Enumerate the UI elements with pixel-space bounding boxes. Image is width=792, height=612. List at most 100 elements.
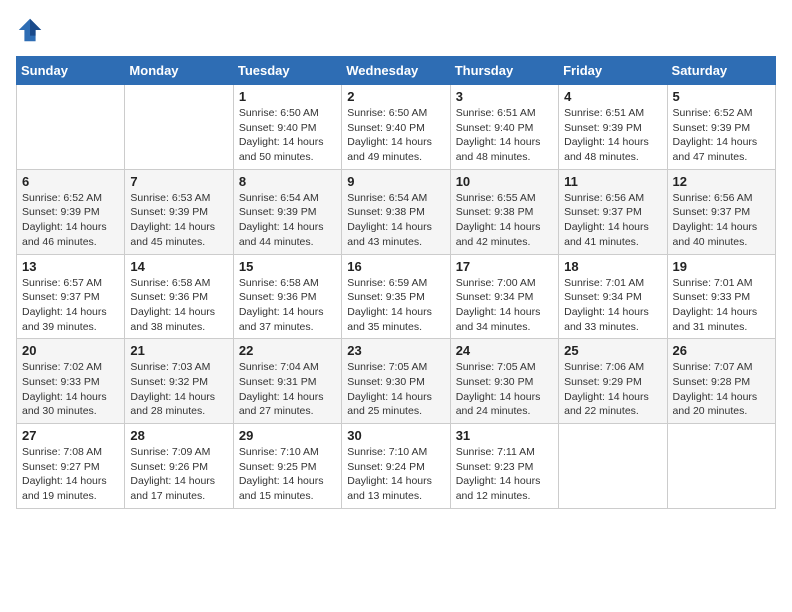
day-number: 9: [347, 174, 444, 189]
calendar-cell: 30 Sunrise: 7:10 AM Sunset: 9:24 PM Dayli…: [342, 424, 450, 509]
day-detail: Sunrise: 7:07 AM Sunset: 9:28 PM Dayligh…: [673, 360, 770, 419]
day-number: 2: [347, 89, 444, 104]
day-number: 21: [130, 343, 227, 358]
day-detail: Sunrise: 7:01 AM Sunset: 9:34 PM Dayligh…: [564, 276, 661, 335]
day-number: 16: [347, 259, 444, 274]
day-detail: Sunrise: 7:10 AM Sunset: 9:25 PM Dayligh…: [239, 445, 336, 504]
day-number: 8: [239, 174, 336, 189]
calendar-cell: 11Sunrise: 6:56 AM Sunset: 9:37 PM Dayli…: [559, 169, 667, 254]
day-number: 5: [673, 89, 770, 104]
day-detail: Sunrise: 6:50 AM Sunset: 9:40 PM Dayligh…: [239, 106, 336, 165]
day-detail: Sunrise: 6:56 AM Sunset: 9:37 PM Dayligh…: [673, 191, 770, 250]
day-detail: Sunrise: 7:06 AM Sunset: 9:29 PM Dayligh…: [564, 360, 661, 419]
week-row-4: 20Sunrise: 7:02 AM Sunset: 9:33 PM Dayli…: [17, 339, 776, 424]
calendar-header-row: SundayMondayTuesdayWednesdayThursdayFrid…: [17, 57, 776, 85]
day-detail: Sunrise: 6:54 AM Sunset: 9:38 PM Dayligh…: [347, 191, 444, 250]
calendar-cell: 9 Sunrise: 6:54 AM Sunset: 9:38 PM Daylig…: [342, 169, 450, 254]
day-detail: Sunrise: 7:05 AM Sunset: 9:30 PM Dayligh…: [347, 360, 444, 419]
calendar-cell: 27 Sunrise: 7:08 AM Sunset: 9:27 PM Dayli…: [17, 424, 125, 509]
calendar-cell: 21 Sunrise: 7:03 AM Sunset: 9:32 PM Dayli…: [125, 339, 233, 424]
day-detail: Sunrise: 7:09 AM Sunset: 9:26 PM Dayligh…: [130, 445, 227, 504]
day-number: 14: [130, 259, 227, 274]
day-number: 3: [456, 89, 553, 104]
day-number: 27: [22, 428, 119, 443]
week-row-3: 13 Sunrise: 6:57 AM Sunset: 9:37 PM Dayli…: [17, 254, 776, 339]
day-detail: Sunrise: 6:57 AM Sunset: 9:37 PM Dayligh…: [22, 276, 119, 335]
calendar-cell: 26 Sunrise: 7:07 AM Sunset: 9:28 PM Dayli…: [667, 339, 775, 424]
day-number: 31: [456, 428, 553, 443]
day-header-tuesday: Tuesday: [233, 57, 341, 85]
day-detail: Sunrise: 6:52 AM Sunset: 9:39 PM Dayligh…: [22, 191, 119, 250]
day-header-friday: Friday: [559, 57, 667, 85]
week-row-5: 27 Sunrise: 7:08 AM Sunset: 9:27 PM Dayli…: [17, 424, 776, 509]
calendar-cell: 12Sunrise: 6:56 AM Sunset: 9:37 PM Dayli…: [667, 169, 775, 254]
calendar-cell: 17Sunrise: 7:00 AM Sunset: 9:34 PM Dayli…: [450, 254, 558, 339]
day-number: 24: [456, 343, 553, 358]
day-number: 19: [673, 259, 770, 274]
calendar-cell: 25 Sunrise: 7:06 AM Sunset: 9:29 PM Dayli…: [559, 339, 667, 424]
calendar-cell: 6 Sunrise: 6:52 AM Sunset: 9:39 PM Daylig…: [17, 169, 125, 254]
calendar-cell: 7 Sunrise: 6:53 AM Sunset: 9:39 PM Daylig…: [125, 169, 233, 254]
day-detail: Sunrise: 6:54 AM Sunset: 9:39 PM Dayligh…: [239, 191, 336, 250]
day-detail: Sunrise: 6:51 AM Sunset: 9:39 PM Dayligh…: [564, 106, 661, 165]
day-number: 15: [239, 259, 336, 274]
calendar-cell: 13 Sunrise: 6:57 AM Sunset: 9:37 PM Dayli…: [17, 254, 125, 339]
day-number: 10: [456, 174, 553, 189]
calendar-cell: 4 Sunrise: 6:51 AM Sunset: 9:39 PM Daylig…: [559, 85, 667, 170]
calendar-cell: 29 Sunrise: 7:10 AM Sunset: 9:25 PM Dayli…: [233, 424, 341, 509]
day-number: 4: [564, 89, 661, 104]
day-detail: Sunrise: 6:50 AM Sunset: 9:40 PM Dayligh…: [347, 106, 444, 165]
day-detail: Sunrise: 7:02 AM Sunset: 9:33 PM Dayligh…: [22, 360, 119, 419]
day-header-sunday: Sunday: [17, 57, 125, 85]
day-detail: Sunrise: 6:58 AM Sunset: 9:36 PM Dayligh…: [239, 276, 336, 335]
day-number: 6: [22, 174, 119, 189]
day-detail: Sunrise: 7:10 AM Sunset: 9:24 PM Dayligh…: [347, 445, 444, 504]
logo-icon: [16, 16, 44, 44]
day-detail: Sunrise: 6:52 AM Sunset: 9:39 PM Dayligh…: [673, 106, 770, 165]
day-header-wednesday: Wednesday: [342, 57, 450, 85]
calendar-cell: 22 Sunrise: 7:04 AM Sunset: 9:31 PM Dayli…: [233, 339, 341, 424]
day-number: 22: [239, 343, 336, 358]
page-header: [16, 16, 776, 44]
day-detail: Sunrise: 7:04 AM Sunset: 9:31 PM Dayligh…: [239, 360, 336, 419]
day-number: 29: [239, 428, 336, 443]
calendar-cell: 24 Sunrise: 7:05 AM Sunset: 9:30 PM Dayli…: [450, 339, 558, 424]
day-detail: Sunrise: 6:51 AM Sunset: 9:40 PM Dayligh…: [456, 106, 553, 165]
calendar-cell: 31 Sunrise: 7:11 AM Sunset: 9:23 PM Dayli…: [450, 424, 558, 509]
day-number: 28: [130, 428, 227, 443]
calendar-cell: 16Sunrise: 6:59 AM Sunset: 9:35 PM Dayli…: [342, 254, 450, 339]
calendar-cell: [17, 85, 125, 170]
week-row-2: 6 Sunrise: 6:52 AM Sunset: 9:39 PM Daylig…: [17, 169, 776, 254]
calendar-cell: 5 Sunrise: 6:52 AM Sunset: 9:39 PM Daylig…: [667, 85, 775, 170]
calendar-cell: 20Sunrise: 7:02 AM Sunset: 9:33 PM Dayli…: [17, 339, 125, 424]
day-detail: Sunrise: 7:08 AM Sunset: 9:27 PM Dayligh…: [22, 445, 119, 504]
day-number: 18: [564, 259, 661, 274]
day-detail: Sunrise: 6:58 AM Sunset: 9:36 PM Dayligh…: [130, 276, 227, 335]
week-row-1: 1 Sunrise: 6:50 AM Sunset: 9:40 PM Daylig…: [17, 85, 776, 170]
day-number: 23: [347, 343, 444, 358]
day-detail: Sunrise: 7:11 AM Sunset: 9:23 PM Dayligh…: [456, 445, 553, 504]
day-number: 25: [564, 343, 661, 358]
day-detail: Sunrise: 6:53 AM Sunset: 9:39 PM Dayligh…: [130, 191, 227, 250]
calendar-cell: 3 Sunrise: 6:51 AM Sunset: 9:40 PM Daylig…: [450, 85, 558, 170]
calendar-cell: 28 Sunrise: 7:09 AM Sunset: 9:26 PM Dayli…: [125, 424, 233, 509]
day-detail: Sunrise: 7:05 AM Sunset: 9:30 PM Dayligh…: [456, 360, 553, 419]
day-number: 30: [347, 428, 444, 443]
day-detail: Sunrise: 7:03 AM Sunset: 9:32 PM Dayligh…: [130, 360, 227, 419]
day-number: 26: [673, 343, 770, 358]
calendar-cell: [667, 424, 775, 509]
day-detail: Sunrise: 7:01 AM Sunset: 9:33 PM Dayligh…: [673, 276, 770, 335]
calendar-cell: 23 Sunrise: 7:05 AM Sunset: 9:30 PM Dayli…: [342, 339, 450, 424]
day-number: 1: [239, 89, 336, 104]
calendar-cell: 1 Sunrise: 6:50 AM Sunset: 9:40 PM Daylig…: [233, 85, 341, 170]
calendar-cell: 19 Sunrise: 7:01 AM Sunset: 9:33 PM Dayli…: [667, 254, 775, 339]
day-header-monday: Monday: [125, 57, 233, 85]
calendar-cell: [559, 424, 667, 509]
calendar-cell: 14 Sunrise: 6:58 AM Sunset: 9:36 PM Dayli…: [125, 254, 233, 339]
day-detail: Sunrise: 6:56 AM Sunset: 9:37 PM Dayligh…: [564, 191, 661, 250]
calendar-cell: 10Sunrise: 6:55 AM Sunset: 9:38 PM Dayli…: [450, 169, 558, 254]
day-detail: Sunrise: 7:00 AM Sunset: 9:34 PM Dayligh…: [456, 276, 553, 335]
day-number: 7: [130, 174, 227, 189]
day-number: 13: [22, 259, 119, 274]
calendar-cell: 15 Sunrise: 6:58 AM Sunset: 9:36 PM Dayli…: [233, 254, 341, 339]
